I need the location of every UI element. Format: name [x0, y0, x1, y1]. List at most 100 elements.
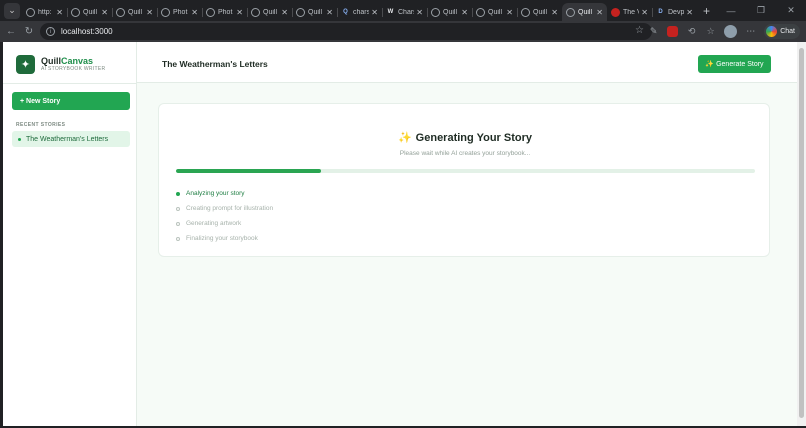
step-circle-icon [176, 236, 180, 241]
close-icon[interactable]: ✕ [236, 8, 243, 17]
back-icon[interactable]: ← [2, 26, 20, 37]
copilot-icon [766, 26, 778, 37]
globe-icon [296, 7, 305, 17]
divider [3, 83, 137, 84]
address-bar[interactable]: i localhost:3000 ☆ [40, 23, 652, 40]
step-label: Generating artwork [186, 220, 242, 227]
url-text[interactable]: localhost:3000 [61, 27, 113, 36]
close-icon[interactable]: ✕ [461, 8, 468, 17]
browser-tab[interactable]: Phot ✕ [202, 3, 247, 21]
browser-tab[interactable]: Quill ✕ [517, 3, 562, 21]
minimize-icon[interactable]: — [716, 6, 746, 16]
browser-tab[interactable]: D Devp ✕ [652, 3, 697, 21]
close-window-icon[interactable]: ✕ [776, 5, 806, 16]
tab-title: Quill [533, 8, 548, 16]
bullet-icon [18, 137, 21, 141]
step-item: Analyzing your story [176, 186, 273, 201]
tab-title: http: [38, 8, 52, 16]
browser-tab[interactable]: Quill ✕ [292, 3, 337, 21]
browser-tab[interactable]: W Chars✕ [382, 3, 427, 21]
close-icon[interactable]: ✕ [326, 8, 333, 17]
close-icon[interactable]: ✕ [281, 8, 288, 17]
close-icon[interactable]: ✕ [686, 8, 693, 17]
tab-title: Devp [668, 8, 685, 16]
page-scrollbar[interactable] [797, 42, 806, 426]
generating-card: ✨ Generating Your Story Please wait while… [158, 103, 770, 257]
close-icon[interactable]: ✕ [371, 8, 378, 17]
profile-avatar[interactable] [724, 25, 738, 38]
scrollbar-thumb[interactable] [799, 48, 804, 418]
globe-icon [206, 7, 215, 17]
extensions-puzzle-icon[interactable]: ⟲ [686, 26, 697, 37]
step-item: Finalizing your storybook [176, 231, 273, 246]
recent-story-item[interactable]: The Weatherman's Letters [12, 131, 130, 147]
browser-tab[interactable]: Quill ✕ [472, 3, 517, 21]
window-controls: — ❐ ✕ [716, 0, 806, 21]
new-story-button[interactable]: + New Story [12, 92, 130, 110]
step-label: Finalizing your storybook [186, 235, 258, 242]
step-bullet-icon [176, 191, 180, 196]
globe-icon [476, 7, 485, 17]
close-icon[interactable]: ✕ [191, 8, 198, 17]
close-icon[interactable]: ✕ [101, 8, 108, 17]
close-icon[interactable]: ✕ [596, 8, 603, 17]
brand[interactable]: ✦ QuillCanvas AI STORYBOOK WRITER [16, 55, 105, 74]
browser-tab[interactable]: Phot ✕ [157, 3, 202, 21]
globe-icon [431, 7, 440, 17]
close-icon[interactable]: ✕ [641, 8, 648, 17]
browser-tab[interactable]: Quill ✕ [67, 3, 112, 21]
brand-text: QuillCanvas AI STORYBOOK WRITER [41, 56, 105, 73]
step-item: Generating artwork [176, 216, 273, 231]
tab-title: Quill [308, 8, 323, 16]
browser-tab[interactable]: The V✕ [607, 3, 652, 21]
globe-icon [116, 7, 125, 17]
close-icon[interactable]: ✕ [146, 8, 153, 17]
tab-search-icon[interactable]: ⌄ [4, 2, 20, 19]
tab-title: The V [623, 8, 639, 16]
recent-story-label: The Weatherman's Letters [26, 135, 109, 143]
tab-title: Quill [83, 8, 98, 16]
quill-logo-icon: ✦ [16, 55, 35, 74]
browser-tab-strip: ⌄ http: ✕ Quill ✕ Quill ✕ Phot ✕ Phot ✕ Quill… [0, 0, 806, 21]
maximize-icon[interactable]: ❐ [746, 5, 776, 16]
generating-title: ✨ Generating Your Story [159, 131, 771, 144]
search-icon: Q [343, 9, 348, 15]
tab-title: Chars [398, 8, 414, 16]
browser-tab-active[interactable]: Quill ✕ [562, 3, 607, 21]
browser-tab[interactable]: Quill ✕ [247, 3, 292, 21]
wikipedia-icon: W [387, 9, 394, 15]
site-info-icon[interactable]: i [46, 27, 55, 36]
tab-title: Quill [443, 8, 458, 16]
pen-icon[interactable]: ✎ [648, 26, 659, 37]
bookmark-star-icon[interactable]: ☆ [635, 25, 644, 36]
close-icon[interactable]: ✕ [416, 8, 423, 17]
generating-title-text: Generating Your Story [415, 132, 533, 144]
brand-name-accent: Canvas [61, 56, 94, 66]
tab-title: Quill [488, 8, 503, 16]
chat-button[interactable]: Chat [764, 24, 800, 39]
step-label: Creating prompt for illustration [186, 205, 274, 212]
page-title: The Weatherman's Letters [162, 59, 268, 69]
browser-tab[interactable]: Quill ✕ [112, 3, 157, 21]
extension-icon[interactable] [667, 26, 679, 37]
globe-icon [521, 7, 530, 17]
favorites-icon[interactable]: ☆ [705, 26, 716, 37]
globe-icon [26, 7, 35, 17]
browser-tab[interactable]: http: ✕ [22, 3, 67, 21]
generating-subtitle: Please wait while AI creates your storyb… [399, 150, 531, 157]
close-icon[interactable]: ✕ [551, 8, 558, 17]
browser-tab[interactable]: Qchars ✕ [337, 3, 382, 21]
reload-icon[interactable]: ↻ [20, 26, 38, 37]
tab-title: Quill [263, 8, 278, 16]
step-circle-icon [176, 221, 180, 226]
toolbar-actions: ✎ ⟲ ☆ ⋯ Chat [648, 21, 800, 42]
generate-story-button[interactable]: ✨ Generate Story [698, 55, 771, 73]
close-icon[interactable]: ✕ [506, 8, 513, 17]
browser-tab[interactable]: Quill ✕ [427, 3, 472, 21]
d-icon: D [658, 9, 663, 15]
more-menu-icon[interactable]: ⋯ [745, 26, 756, 37]
tab-list: http: ✕ Quill ✕ Quill ✕ Phot ✕ Phot ✕ Quill ✕ … [22, 0, 697, 21]
close-icon[interactable]: ✕ [56, 8, 63, 17]
step-list: Analyzing your story Creating prompt for… [176, 186, 273, 246]
new-tab-button[interactable]: + [703, 4, 710, 18]
